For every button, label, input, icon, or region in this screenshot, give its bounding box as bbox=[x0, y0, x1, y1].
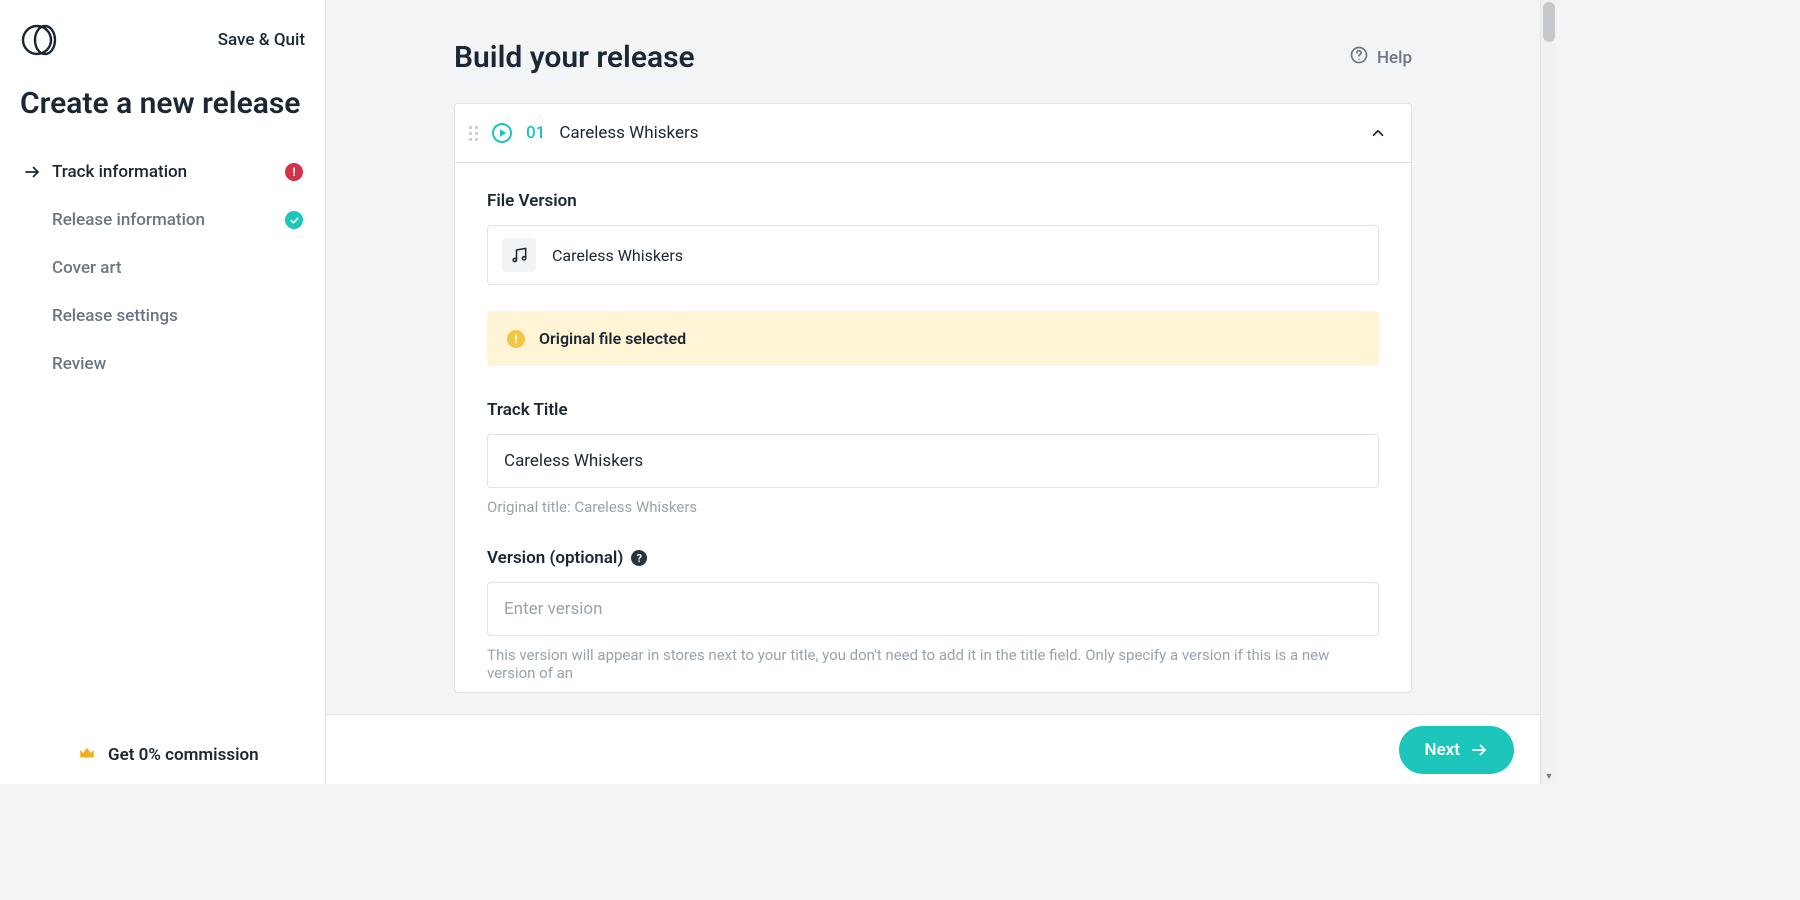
track-header-left: 01 Careless Whiskers bbox=[469, 123, 699, 143]
sidebar-item-left: Cover art bbox=[22, 258, 122, 278]
track-number: 01 bbox=[526, 123, 545, 143]
version-label-row: Version (optional) ? bbox=[487, 548, 1379, 568]
track-title-input[interactable] bbox=[487, 434, 1379, 488]
next-label: Next bbox=[1425, 740, 1461, 760]
sidebar-nav: Track information ! Release information … bbox=[0, 148, 325, 388]
sidebar-item-left: Release information bbox=[22, 210, 205, 230]
sidebar-item-label: Review bbox=[52, 354, 106, 374]
scroll-thumb[interactable] bbox=[1543, 2, 1555, 42]
warning-banner: ! Original file selected bbox=[487, 311, 1379, 366]
sidebar-item-left: Track information bbox=[22, 162, 187, 182]
sidebar: Save & Quit Create a new release Track i… bbox=[0, 0, 326, 784]
warning-icon: ! bbox=[507, 330, 525, 348]
track-header[interactable]: 01 Careless Whiskers bbox=[455, 104, 1411, 163]
main-content: Build your release Help 01 bbox=[454, 0, 1412, 714]
commission-label: Get 0% commission bbox=[108, 745, 259, 765]
sidebar-item-label: Track information bbox=[52, 162, 187, 182]
status-error-icon: ! bbox=[285, 163, 303, 181]
chevron-up-icon bbox=[1369, 124, 1387, 142]
page-title: Build your release bbox=[454, 40, 695, 75]
version-hint: This version will appear in stores next … bbox=[487, 646, 1379, 682]
window-scrollbar[interactable]: ▲ ▼ bbox=[1540, 0, 1556, 784]
sidebar-item-cover-art[interactable]: Cover art bbox=[18, 244, 307, 292]
music-file-icon bbox=[502, 238, 536, 272]
main: Build your release Help 01 bbox=[326, 0, 1556, 784]
status-ok-icon bbox=[285, 211, 303, 229]
help-button[interactable]: Help bbox=[1349, 45, 1412, 70]
scroll-down-icon[interactable]: ▼ bbox=[1541, 768, 1557, 784]
file-version-box[interactable]: Careless Whiskers bbox=[487, 225, 1379, 285]
sidebar-item-review[interactable]: Review bbox=[18, 340, 307, 388]
file-name: Careless Whiskers bbox=[552, 246, 683, 265]
sidebar-title: Create a new release bbox=[0, 72, 325, 148]
track-card: 01 Careless Whiskers File Version Carele… bbox=[454, 103, 1412, 693]
sidebar-item-label: Release settings bbox=[52, 306, 178, 326]
sidebar-item-release-information[interactable]: Release information bbox=[18, 196, 307, 244]
main-scroll: Build your release Help 01 bbox=[326, 0, 1540, 714]
track-title-label: Track Title bbox=[487, 400, 1379, 420]
sidebar-item-left: Review bbox=[22, 354, 106, 374]
help-icon bbox=[1349, 45, 1369, 70]
track-body: File Version Careless Whiskers ! Origina… bbox=[455, 163, 1411, 692]
crown-icon bbox=[78, 744, 96, 766]
main-header: Build your release Help bbox=[454, 40, 1412, 75]
info-icon[interactable]: ? bbox=[631, 550, 647, 566]
warning-text: Original file selected bbox=[539, 329, 686, 348]
version-input[interactable] bbox=[487, 582, 1379, 636]
next-button[interactable]: Next bbox=[1399, 726, 1515, 774]
sidebar-item-release-settings[interactable]: Release settings bbox=[18, 292, 307, 340]
play-button[interactable] bbox=[492, 123, 512, 143]
play-icon bbox=[500, 129, 506, 137]
version-label: Version (optional) bbox=[487, 548, 623, 568]
arrow-right-icon bbox=[22, 162, 42, 182]
brand-logo-icon bbox=[20, 20, 60, 60]
sidebar-item-label: Cover art bbox=[52, 258, 122, 278]
help-label: Help bbox=[1377, 48, 1412, 68]
file-version-label: File Version bbox=[487, 191, 1379, 211]
sidebar-item-label: Release information bbox=[52, 210, 205, 230]
sidebar-item-track-information[interactable]: Track information ! bbox=[18, 148, 307, 196]
collapse-toggle[interactable] bbox=[1367, 122, 1389, 144]
save-and-quit-button[interactable]: Save & Quit bbox=[218, 30, 305, 50]
track-name: Careless Whiskers bbox=[559, 123, 698, 143]
sidebar-top: Save & Quit bbox=[0, 0, 325, 72]
commission-link[interactable]: Get 0% commission bbox=[78, 744, 259, 766]
arrow-right-icon bbox=[1470, 741, 1488, 759]
track-title-hint: Original title: Careless Whiskers bbox=[487, 498, 1379, 516]
drag-handle-icon[interactable] bbox=[469, 126, 478, 141]
sidebar-item-left: Release settings bbox=[22, 306, 178, 326]
footer: Next bbox=[326, 714, 1540, 784]
